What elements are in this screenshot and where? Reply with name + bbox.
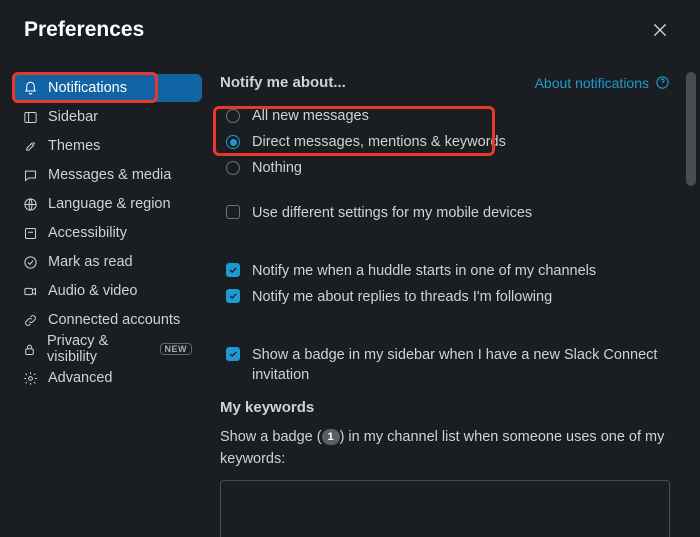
video-icon	[22, 283, 38, 299]
accessibility-icon	[22, 225, 38, 241]
sidebar-item-label: Audio & video	[48, 283, 137, 299]
about-notifications-link[interactable]: About notifications	[535, 75, 670, 91]
keywords-textarea[interactable]	[220, 480, 670, 537]
sidebar-item-sidebar[interactable]: Sidebar	[12, 103, 202, 131]
radio-label: Nothing	[252, 160, 302, 176]
close-button[interactable]	[644, 14, 676, 46]
about-notifications-label: About notifications	[535, 75, 649, 91]
sidebar-item-label: Connected accounts	[48, 312, 180, 328]
sidebar-item-accessibility[interactable]: Accessibility	[12, 219, 202, 247]
sidebar-item-language-region[interactable]: Language & region	[12, 190, 202, 218]
radio-all-new-messages[interactable]: All new messages	[226, 103, 670, 129]
sidebar-item-privacy-visibility[interactable]: Privacy & visibility NEW	[12, 335, 202, 363]
close-icon	[651, 21, 669, 39]
checkbox-huddle-notify[interactable]: Notify me when a huddle starts in one of…	[226, 261, 670, 281]
sidebar-item-audio-video[interactable]: Audio & video	[12, 277, 202, 305]
radio-label: Direct messages, mentions & keywords	[252, 134, 506, 150]
checkbox-icon	[226, 289, 240, 303]
radio-label: All new messages	[252, 108, 369, 124]
check-circle-icon	[22, 254, 38, 270]
sidebar-item-notifications[interactable]: Notifications	[12, 74, 202, 102]
count-badge: 1	[322, 429, 340, 445]
checkbox-icon	[226, 263, 240, 277]
sidebar-item-label: Mark as read	[48, 254, 133, 270]
sidebar-item-connected-accounts[interactable]: Connected accounts	[12, 306, 202, 334]
sidebar-item-label: Messages & media	[48, 167, 171, 183]
sidebar-item-label: Themes	[48, 138, 100, 154]
sidebar-item-messages-media[interactable]: Messages & media	[12, 161, 202, 189]
lock-icon	[22, 341, 37, 357]
sidebar-item-mark-as-read[interactable]: Mark as read	[12, 248, 202, 276]
new-badge: NEW	[160, 343, 193, 355]
radio-icon	[226, 161, 240, 175]
sidebar-item-label: Sidebar	[48, 109, 98, 125]
my-keywords-title: My keywords	[220, 399, 670, 416]
globe-icon	[22, 196, 38, 212]
preferences-sidebar: Notifications Sidebar Themes Messages & …	[0, 52, 210, 537]
sidebar-item-label: Accessibility	[48, 225, 127, 241]
link-icon	[22, 312, 38, 328]
checkbox-icon	[226, 205, 240, 219]
checkbox-mobile-different-settings[interactable]: Use different settings for my mobile dev…	[226, 203, 670, 223]
my-keywords-description: Show a badge (1) in my channel list when…	[220, 426, 670, 470]
checkbox-label: Show a badge in my sidebar when I have a…	[252, 345, 670, 385]
scrollbar-thumb[interactable]	[686, 72, 696, 186]
bell-icon	[22, 80, 38, 96]
sidebar-item-advanced[interactable]: Advanced	[12, 364, 202, 392]
preferences-dialog: Preferences Notifications Sidebar Themes…	[0, 0, 700, 537]
checkbox-slack-connect-badge[interactable]: Show a badge in my sidebar when I have a…	[226, 345, 670, 385]
checkbox-label: Notify me when a huddle starts in one of…	[252, 261, 596, 281]
message-icon	[22, 167, 38, 183]
gear-icon	[22, 370, 38, 386]
dialog-header: Preferences	[0, 0, 700, 52]
notify-section-title: Notify me about...	[220, 74, 346, 91]
sidebar-item-label: Advanced	[48, 370, 113, 386]
checkbox-label: Use different settings for my mobile dev…	[252, 203, 532, 223]
preferences-content: Notify me about... About notifications A…	[210, 52, 700, 537]
dialog-title: Preferences	[24, 18, 144, 42]
radio-icon	[226, 109, 240, 123]
sidebar-item-themes[interactable]: Themes	[12, 132, 202, 160]
sidebar-icon	[22, 109, 38, 125]
sidebar-item-label: Privacy & visibility	[47, 333, 146, 365]
brush-icon	[22, 138, 38, 154]
checkbox-thread-replies[interactable]: Notify me about replies to threads I'm f…	[226, 287, 670, 307]
dialog-body: Notifications Sidebar Themes Messages & …	[0, 52, 700, 537]
checkbox-icon	[226, 347, 240, 361]
notify-section-header: Notify me about... About notifications	[220, 74, 670, 91]
radio-icon	[226, 135, 240, 149]
sidebar-item-label: Notifications	[48, 80, 127, 96]
radio-direct-messages[interactable]: Direct messages, mentions & keywords	[226, 129, 670, 155]
sidebar-item-label: Language & region	[48, 196, 171, 212]
checkbox-label: Notify me about replies to threads I'm f…	[252, 287, 552, 307]
radio-nothing[interactable]: Nothing	[226, 155, 670, 181]
help-icon	[655, 75, 670, 90]
